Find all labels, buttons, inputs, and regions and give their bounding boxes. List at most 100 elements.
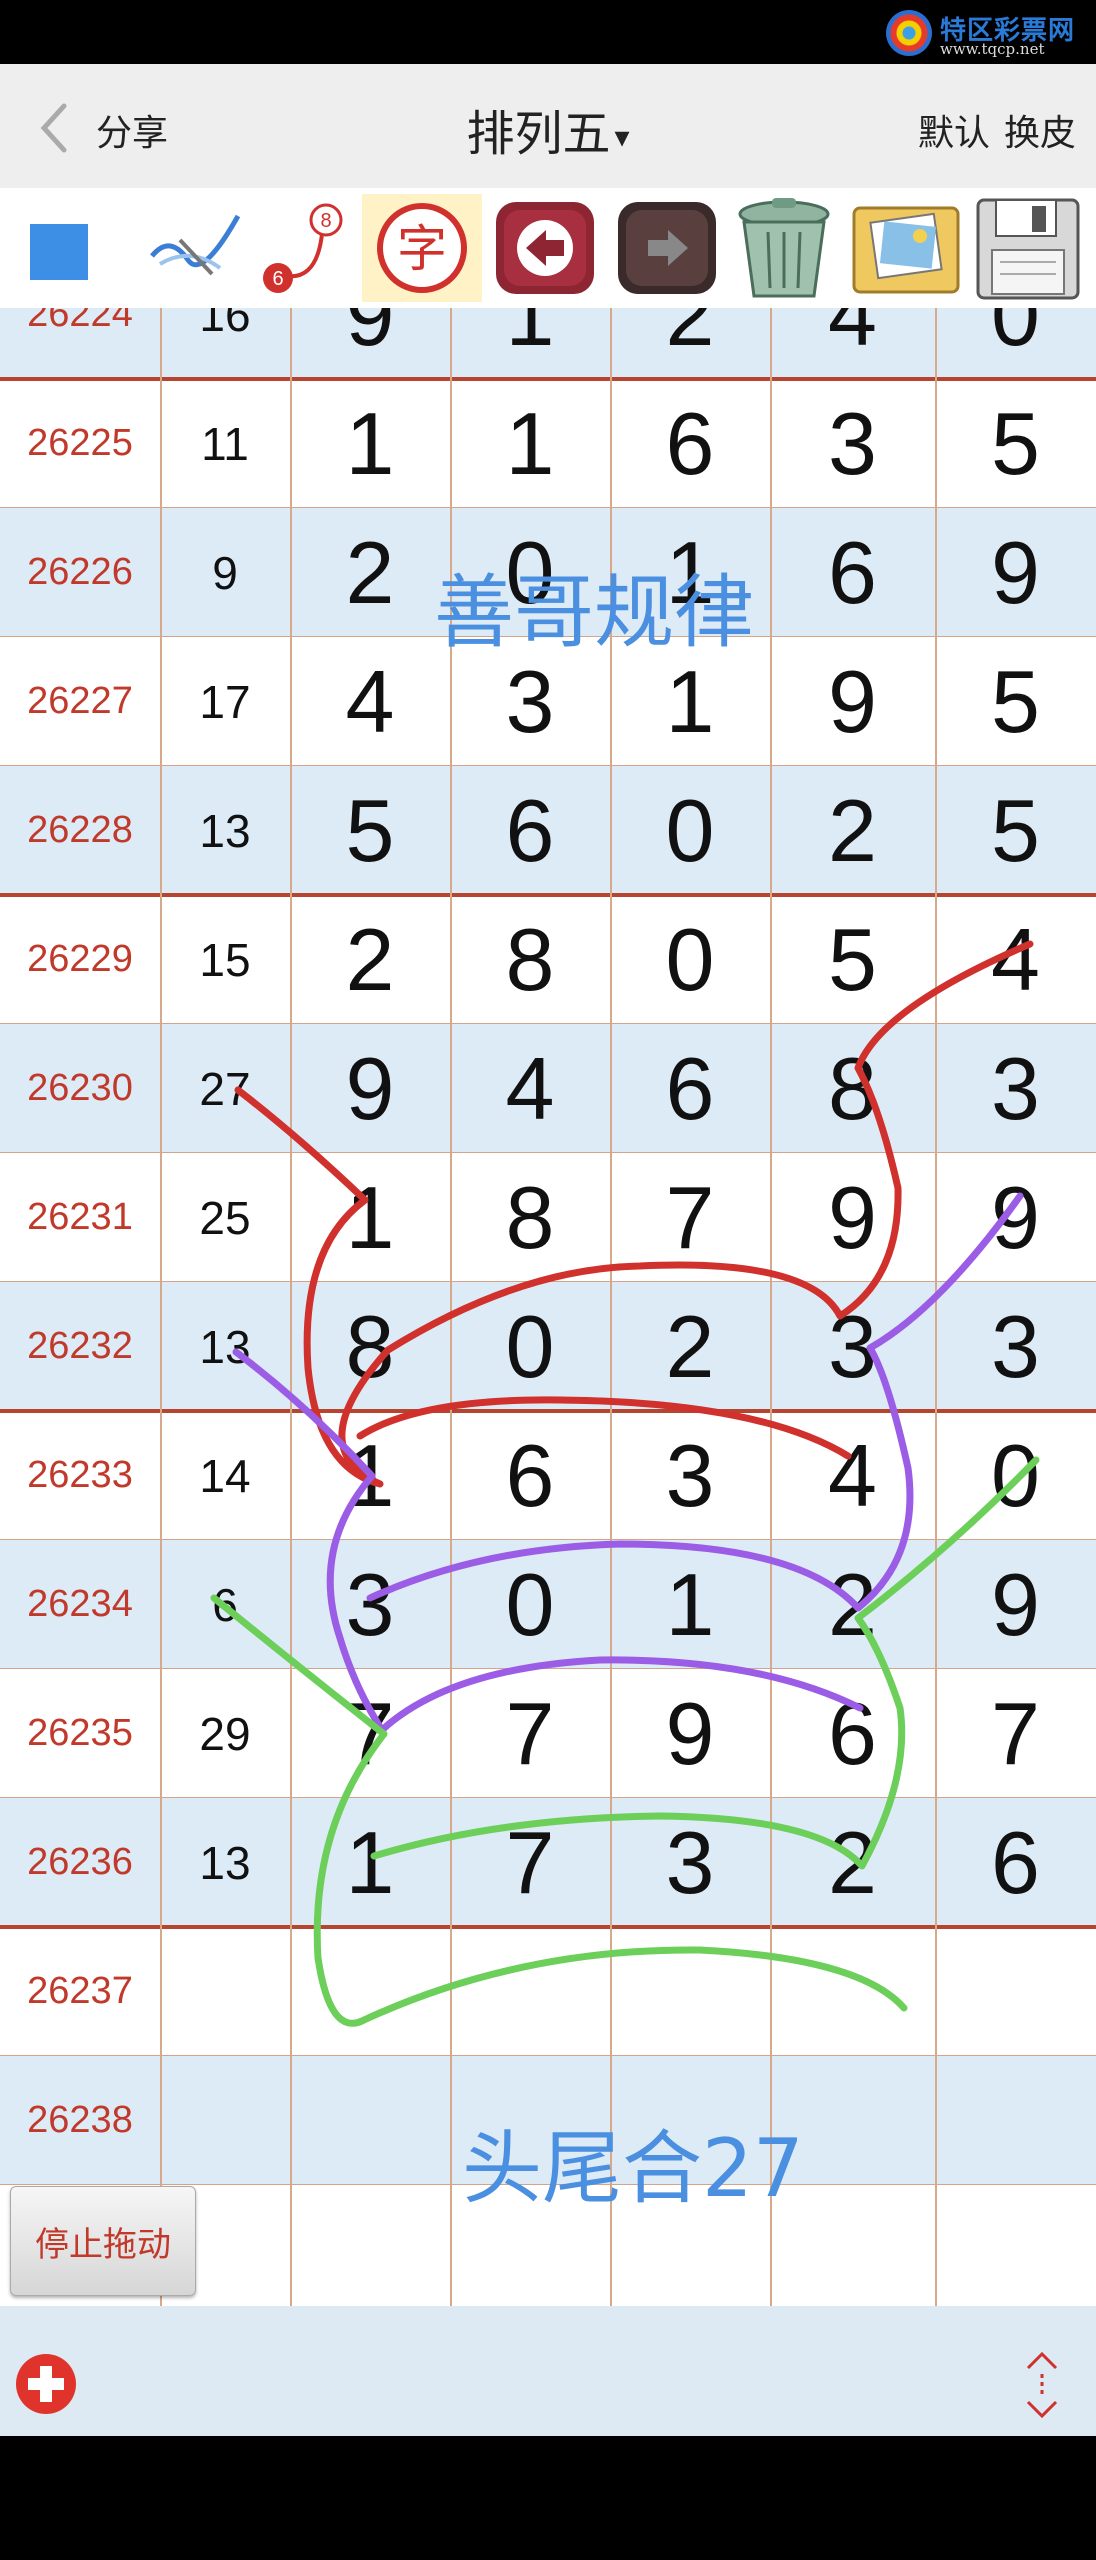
digit-cell[interactable]: 1 xyxy=(290,379,450,508)
text-icon[interactable]: 字 xyxy=(362,194,482,302)
plus-circle-icon[interactable] xyxy=(14,2352,78,2416)
digit-cell[interactable]: 5 xyxy=(770,895,935,1024)
digit-cell[interactable]: 7 xyxy=(935,1669,1096,1798)
redo-icon[interactable] xyxy=(612,194,722,302)
digit-cell[interactable] xyxy=(290,2056,450,2185)
default-button[interactable]: 默认 xyxy=(918,113,990,154)
color-square-icon[interactable] xyxy=(20,194,100,302)
digit-cell[interactable]: 2 xyxy=(770,1798,935,1927)
digit-cell[interactable]: 1 xyxy=(450,308,610,379)
number-grid[interactable]: 26224 16 9 1 2 4 0 26225 11 1 1 6 3 5 26226 9 2 0 1 6 9 26227… xyxy=(0,308,1096,2306)
digit-cell[interactable]: 1 xyxy=(450,379,610,508)
issue-number: 26226 xyxy=(27,551,133,593)
stop-drag-button[interactable]: 停止拖动 xyxy=(10,2186,196,2296)
digit-cell[interactable] xyxy=(935,2185,1096,2306)
table-row: 26225 11 1 1 6 3 5 xyxy=(0,379,1096,508)
digit-cell[interactable] xyxy=(935,2056,1096,2185)
digit-cell[interactable]: 1 xyxy=(290,1411,450,1540)
digit-cell[interactable]: 8 xyxy=(770,1024,935,1153)
digit-cell[interactable]: 2 xyxy=(770,766,935,895)
digit-cell[interactable]: 2 xyxy=(770,1540,935,1669)
issue-number: 26230 xyxy=(27,1067,133,1109)
digit-cell[interactable] xyxy=(290,1927,450,2056)
sum-value: 13 xyxy=(199,1836,251,1889)
digit-cell[interactable]: 6 xyxy=(450,766,610,895)
digit-cell[interactable]: 2 xyxy=(610,308,770,379)
table-row: 26230 27 9 4 6 8 3 xyxy=(0,1024,1096,1153)
sum-value: 13 xyxy=(199,1320,251,1373)
digit-cell[interactable] xyxy=(610,1927,770,2056)
pen-icon[interactable] xyxy=(140,194,250,302)
digit-cell[interactable]: 7 xyxy=(450,1669,610,1798)
digit-cell[interactable]: 9 xyxy=(290,308,450,379)
digit-cell[interactable]: 3 xyxy=(770,379,935,508)
digit-cell[interactable]: 6 xyxy=(610,1024,770,1153)
trash-icon[interactable] xyxy=(724,194,844,302)
table-row: 26231 25 1 8 7 9 9 xyxy=(0,1153,1096,1282)
issue-number: 26236 xyxy=(27,1841,133,1883)
digit-cell[interactable]: 1 xyxy=(290,1153,450,1282)
title-bar: 分享 排列五 ▾ 默认 换皮 xyxy=(0,64,1096,188)
digit-cell[interactable]: 3 xyxy=(770,1282,935,1411)
digit-cell[interactable]: 4 xyxy=(290,637,450,766)
digit-cell[interactable]: 7 xyxy=(450,1798,610,1927)
digit-cell[interactable]: 3 xyxy=(290,1540,450,1669)
digit-cell[interactable] xyxy=(935,1927,1096,2056)
digit-cell[interactable]: 4 xyxy=(935,895,1096,1024)
digit-cell[interactable]: 0 xyxy=(450,1282,610,1411)
digit-cell[interactable]: 1 xyxy=(290,1798,450,1927)
drawing-toolbar: 8 6 字 xyxy=(0,188,1096,308)
digit-cell[interactable]: 4 xyxy=(770,308,935,379)
digit-cell[interactable]: 9 xyxy=(610,1669,770,1798)
digit-cell[interactable]: 9 xyxy=(770,1153,935,1282)
digit-cell[interactable] xyxy=(770,1927,935,2056)
skin-button[interactable]: 换皮 xyxy=(1004,113,1076,154)
digit-cell[interactable]: 0 xyxy=(935,1411,1096,1540)
digit-cell[interactable]: 0 xyxy=(610,895,770,1024)
digit-cell[interactable]: 3 xyxy=(610,1411,770,1540)
digit-cell[interactable]: 9 xyxy=(935,508,1096,637)
digit-cell[interactable]: 6 xyxy=(450,1411,610,1540)
digit-cell[interactable] xyxy=(290,2185,450,2306)
digit-cell[interactable]: 8 xyxy=(450,895,610,1024)
curve-draw-icon[interactable]: 8 6 xyxy=(256,194,356,302)
digit-cell[interactable]: 5 xyxy=(935,637,1096,766)
photos-icon[interactable] xyxy=(846,194,966,302)
digit-cell[interactable]: 0 xyxy=(450,1540,610,1669)
digit-cell[interactable]: 7 xyxy=(290,1669,450,1798)
digit-cell[interactable]: 5 xyxy=(935,379,1096,508)
issue-number: 26225 xyxy=(27,422,133,464)
save-icon[interactable] xyxy=(970,194,1086,302)
digit-cell[interactable]: 7 xyxy=(610,1153,770,1282)
digit-cell[interactable]: 3 xyxy=(610,1798,770,1927)
digit-cell[interactable] xyxy=(450,1927,610,2056)
drag-arrows-icon[interactable] xyxy=(1016,2348,1068,2422)
digit-cell[interactable]: 9 xyxy=(935,1153,1096,1282)
sum-value: 6 xyxy=(212,1578,238,1631)
digit-cell[interactable]: 6 xyxy=(770,508,935,637)
watermark-site-url: www.tqcp.net xyxy=(940,40,1045,58)
digit-cell[interactable]: 5 xyxy=(290,766,450,895)
digit-cell[interactable]: 8 xyxy=(450,1153,610,1282)
undo-icon[interactable] xyxy=(490,194,600,302)
digit-cell[interactable]: 6 xyxy=(935,1798,1096,1927)
digit-cell[interactable]: 9 xyxy=(935,1540,1096,1669)
digit-cell[interactable]: 0 xyxy=(610,766,770,895)
digit-cell[interactable]: 4 xyxy=(450,1024,610,1153)
digit-cell[interactable]: 3 xyxy=(935,1282,1096,1411)
digit-cell[interactable]: 9 xyxy=(290,1024,450,1153)
digit-cell[interactable]: 2 xyxy=(610,1282,770,1411)
digit-cell[interactable]: 0 xyxy=(935,308,1096,379)
digit-cell[interactable]: 3 xyxy=(935,1024,1096,1153)
digit-cell[interactable]: 2 xyxy=(290,508,450,637)
digit-cell[interactable]: 5 xyxy=(935,766,1096,895)
digit-cell[interactable]: 2 xyxy=(290,895,450,1024)
digit-cell[interactable]: 6 xyxy=(610,379,770,508)
digit-cell[interactable]: 8 xyxy=(290,1282,450,1411)
digit-cell[interactable]: 6 xyxy=(770,1669,935,1798)
digit-cell[interactable]: 9 xyxy=(770,637,935,766)
issue-number: 26229 xyxy=(27,938,133,980)
digit-cell[interactable]: 1 xyxy=(610,1540,770,1669)
column-divider xyxy=(935,308,937,2306)
digit-cell[interactable]: 4 xyxy=(770,1411,935,1540)
